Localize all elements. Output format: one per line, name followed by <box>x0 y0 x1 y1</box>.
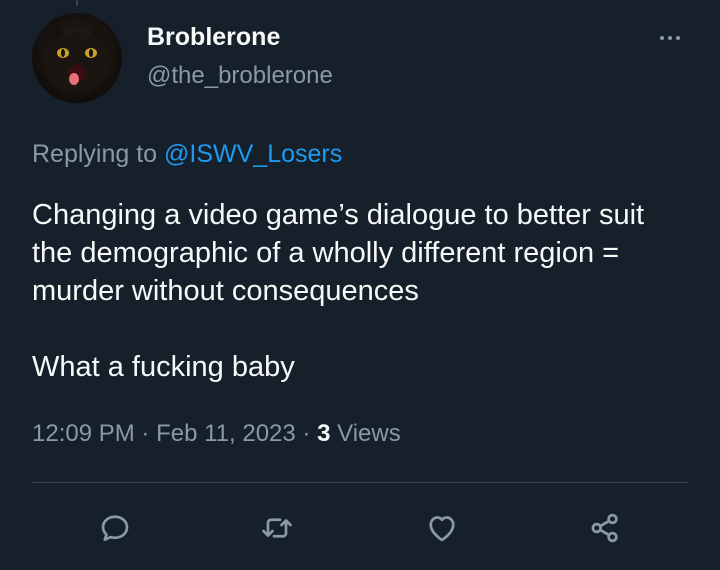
tweet-detail: Broblerone @the_broblerone Replying to @… <box>0 0 720 570</box>
display-name[interactable]: Broblerone <box>147 23 280 52</box>
more-dot <box>668 36 672 40</box>
tweet-text: Changing a video game’s dialogue to bett… <box>32 196 682 386</box>
tweet-time[interactable]: 12:09 PM <box>32 420 135 447</box>
tweet-metadata: 12:09 PM · Feb 11, 2023 · 3 Views <box>32 420 401 448</box>
replying-to-line: Replying to @ISWV_Losers <box>32 140 342 169</box>
more-dots-icon <box>660 36 664 40</box>
tweet-text-paragraph: What a fucking baby <box>32 351 295 383</box>
avatar[interactable] <box>32 13 122 103</box>
share-icon <box>591 513 618 543</box>
black-cat-avatar-image <box>32 13 122 103</box>
reply-icon <box>101 515 129 542</box>
replying-to-mention-link[interactable]: @ISWV_Losers <box>164 140 342 168</box>
user-handle[interactable]: @the_broblerone <box>147 62 333 90</box>
more-options-button[interactable] <box>652 26 688 50</box>
like-button[interactable] <box>420 506 464 550</box>
retweet-button[interactable] <box>255 506 299 550</box>
more-dot <box>676 36 680 40</box>
thread-connector-line <box>76 0 78 6</box>
reply-button[interactable] <box>93 506 137 550</box>
views-label: Views <box>337 420 401 447</box>
replying-prefix: Replying to <box>32 140 158 168</box>
retweet-icon <box>262 518 292 538</box>
like-icon <box>429 516 455 542</box>
tweet-date[interactable]: Feb 11, 2023 <box>156 420 296 447</box>
meta-separator: · <box>302 420 311 447</box>
tweet-text-paragraph: Changing a video game’s dialogue to bett… <box>32 199 645 307</box>
share-button[interactable] <box>583 506 627 550</box>
views-count: 3 <box>317 420 331 447</box>
actions-divider <box>32 482 688 483</box>
meta-separator: · <box>141 420 150 447</box>
